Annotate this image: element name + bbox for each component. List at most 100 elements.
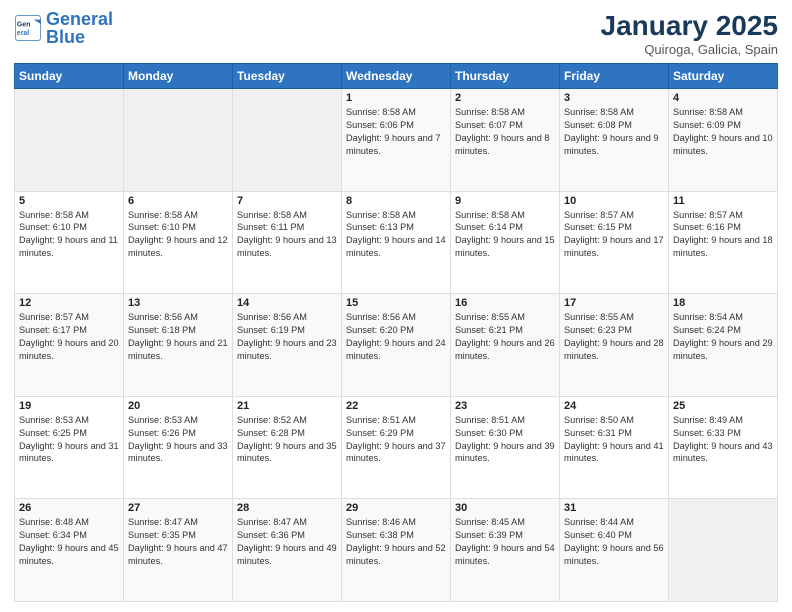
calendar-cell-4-0: 26 Sunrise: 8:48 AM Sunset: 6:34 PM Dayli… [15, 499, 124, 602]
day-number: 26 [19, 502, 119, 514]
cell-content: Sunrise: 8:58 AM Sunset: 6:10 PM Dayligh… [128, 209, 228, 261]
cell-content: Sunrise: 8:47 AM Sunset: 6:36 PM Dayligh… [237, 516, 337, 568]
cell-content: Sunrise: 8:48 AM Sunset: 6:34 PM Dayligh… [19, 516, 119, 568]
day-number: 19 [19, 400, 119, 412]
weekday-monday: Monday [124, 64, 233, 89]
calendar-cell-3-2: 21 Sunrise: 8:52 AM Sunset: 6:28 PM Dayli… [233, 396, 342, 499]
calendar-cell-3-0: 19 Sunrise: 8:53 AM Sunset: 6:25 PM Dayli… [15, 396, 124, 499]
calendar-cell-1-5: 10 Sunrise: 8:57 AM Sunset: 6:15 PM Dayli… [560, 191, 669, 294]
week-row-4: 26 Sunrise: 8:48 AM Sunset: 6:34 PM Dayli… [15, 499, 778, 602]
day-number: 4 [673, 92, 773, 104]
day-number: 1 [346, 92, 446, 104]
calendar-cell-3-4: 23 Sunrise: 8:51 AM Sunset: 6:30 PM Dayli… [451, 396, 560, 499]
weekday-saturday: Saturday [669, 64, 778, 89]
day-number: 11 [673, 195, 773, 207]
calendar-cell-2-6: 18 Sunrise: 8:54 AM Sunset: 6:24 PM Dayli… [669, 294, 778, 397]
cell-content: Sunrise: 8:58 AM Sunset: 6:07 PM Dayligh… [455, 106, 555, 158]
calendar-cell-0-2 [233, 89, 342, 192]
calendar-cell-2-3: 15 Sunrise: 8:56 AM Sunset: 6:20 PM Dayli… [342, 294, 451, 397]
day-number: 18 [673, 297, 773, 309]
weekday-header-row: SundayMondayTuesdayWednesdayThursdayFrid… [15, 64, 778, 89]
calendar-cell-4-4: 30Sunrise: 8:45 AM Sunset: 6:39 PM Dayli… [451, 499, 560, 602]
cell-content: Sunrise: 8:51 AM Sunset: 6:30 PM Dayligh… [455, 414, 555, 466]
logo-text: General Blue [46, 10, 113, 46]
calendar-cell-0-4: 2Sunrise: 8:58 AM Sunset: 6:07 PM Daylig… [451, 89, 560, 192]
cell-content: Sunrise: 8:58 AM Sunset: 6:11 PM Dayligh… [237, 209, 337, 261]
cell-content: Sunrise: 8:44 AM Sunset: 6:40 PM Dayligh… [564, 516, 664, 568]
calendar-cell-1-2: 7Sunrise: 8:58 AM Sunset: 6:11 PM Daylig… [233, 191, 342, 294]
calendar-cell-4-6 [669, 499, 778, 602]
page: Gen eral General Blue January 2025 Quiro… [0, 0, 792, 612]
logo-blue: Blue [46, 27, 85, 47]
calendar-cell-0-6: 4 Sunrise: 8:58 AM Sunset: 6:09 PM Daylig… [669, 89, 778, 192]
cell-content: Sunrise: 8:56 AM Sunset: 6:18 PM Dayligh… [128, 311, 228, 363]
day-number: 15 [346, 297, 446, 309]
calendar-cell-4-3: 29 Sunrise: 8:46 AM Sunset: 6:38 PM Dayli… [342, 499, 451, 602]
cell-content: Sunrise: 8:57 AM Sunset: 6:15 PM Dayligh… [564, 209, 664, 261]
calendar-cell-4-2: 28 Sunrise: 8:47 AM Sunset: 6:36 PM Dayli… [233, 499, 342, 602]
weekday-friday: Friday [560, 64, 669, 89]
svg-text:eral: eral [17, 30, 30, 37]
calendar-cell-1-0: 5Sunrise: 8:58 AM Sunset: 6:10 PM Daylig… [15, 191, 124, 294]
calendar-cell-2-5: 17Sunrise: 8:55 AM Sunset: 6:23 PM Dayli… [560, 294, 669, 397]
cell-content: Sunrise: 8:58 AM Sunset: 6:08 PM Dayligh… [564, 106, 664, 158]
calendar-cell-2-0: 12 Sunrise: 8:57 AM Sunset: 6:17 PM Dayli… [15, 294, 124, 397]
day-number: 20 [128, 400, 228, 412]
cell-content: Sunrise: 8:49 AM Sunset: 6:33 PM Dayligh… [673, 414, 773, 466]
cell-content: Sunrise: 8:58 AM Sunset: 6:10 PM Dayligh… [19, 209, 119, 261]
day-number: 10 [564, 195, 664, 207]
title-area: January 2025 Quiroga, Galicia, Spain [601, 10, 778, 57]
calendar-cell-4-5: 31 Sunrise: 8:44 AM Sunset: 6:40 PM Dayli… [560, 499, 669, 602]
cell-content: Sunrise: 8:55 AM Sunset: 6:23 PM Dayligh… [564, 311, 664, 363]
calendar-cell-1-4: 9Sunrise: 8:58 AM Sunset: 6:14 PM Daylig… [451, 191, 560, 294]
day-number: 23 [455, 400, 555, 412]
cell-content: Sunrise: 8:52 AM Sunset: 6:28 PM Dayligh… [237, 414, 337, 466]
week-row-2: 12 Sunrise: 8:57 AM Sunset: 6:17 PM Dayli… [15, 294, 778, 397]
month-title: January 2025 [601, 10, 778, 42]
day-number: 3 [564, 92, 664, 104]
cell-content: Sunrise: 8:55 AM Sunset: 6:21 PM Dayligh… [455, 311, 555, 363]
day-number: 31 [564, 502, 664, 514]
cell-content: Sunrise: 8:46 AM Sunset: 6:38 PM Dayligh… [346, 516, 446, 568]
calendar-cell-2-2: 14Sunrise: 8:56 AM Sunset: 6:19 PM Dayli… [233, 294, 342, 397]
day-number: 30 [455, 502, 555, 514]
day-number: 6 [128, 195, 228, 207]
weekday-tuesday: Tuesday [233, 64, 342, 89]
calendar-cell-0-5: 3 Sunrise: 8:58 AM Sunset: 6:08 PM Daylig… [560, 89, 669, 192]
day-number: 9 [455, 195, 555, 207]
day-number: 22 [346, 400, 446, 412]
week-row-3: 19 Sunrise: 8:53 AM Sunset: 6:25 PM Dayli… [15, 396, 778, 499]
day-number: 12 [19, 297, 119, 309]
cell-content: Sunrise: 8:53 AM Sunset: 6:26 PM Dayligh… [128, 414, 228, 466]
day-number: 27 [128, 502, 228, 514]
calendar-cell-4-1: 27 Sunrise: 8:47 AM Sunset: 6:35 PM Dayli… [124, 499, 233, 602]
day-number: 21 [237, 400, 337, 412]
cell-content: Sunrise: 8:53 AM Sunset: 6:25 PM Dayligh… [19, 414, 119, 466]
calendar-cell-2-4: 16 Sunrise: 8:55 AM Sunset: 6:21 PM Dayli… [451, 294, 560, 397]
calendar-cell-2-1: 13Sunrise: 8:56 AM Sunset: 6:18 PM Dayli… [124, 294, 233, 397]
weekday-sunday: Sunday [15, 64, 124, 89]
cell-content: Sunrise: 8:57 AM Sunset: 6:16 PM Dayligh… [673, 209, 773, 261]
calendar-cell-3-3: 22Sunrise: 8:51 AM Sunset: 6:29 PM Dayli… [342, 396, 451, 499]
day-number: 28 [237, 502, 337, 514]
calendar-cell-1-3: 8 Sunrise: 8:58 AM Sunset: 6:13 PM Daylig… [342, 191, 451, 294]
day-number: 24 [564, 400, 664, 412]
location: Quiroga, Galicia, Spain [601, 42, 778, 57]
cell-content: Sunrise: 8:58 AM Sunset: 6:13 PM Dayligh… [346, 209, 446, 261]
cell-content: Sunrise: 8:57 AM Sunset: 6:17 PM Dayligh… [19, 311, 119, 363]
day-number: 25 [673, 400, 773, 412]
day-number: 29 [346, 502, 446, 514]
day-number: 16 [455, 297, 555, 309]
cell-content: Sunrise: 8:54 AM Sunset: 6:24 PM Dayligh… [673, 311, 773, 363]
day-number: 8 [346, 195, 446, 207]
calendar-cell-1-6: 11 Sunrise: 8:57 AM Sunset: 6:16 PM Dayli… [669, 191, 778, 294]
cell-content: Sunrise: 8:47 AM Sunset: 6:35 PM Dayligh… [128, 516, 228, 568]
weekday-wednesday: Wednesday [342, 64, 451, 89]
cell-content: Sunrise: 8:56 AM Sunset: 6:19 PM Dayligh… [237, 311, 337, 363]
cell-content: Sunrise: 8:56 AM Sunset: 6:20 PM Dayligh… [346, 311, 446, 363]
weekday-thursday: Thursday [451, 64, 560, 89]
logo: Gen eral General Blue [14, 10, 113, 46]
cell-content: Sunrise: 8:58 AM Sunset: 6:09 PM Dayligh… [673, 106, 773, 158]
calendar-cell-0-0 [15, 89, 124, 192]
calendar-cell-3-5: 24Sunrise: 8:50 AM Sunset: 6:31 PM Dayli… [560, 396, 669, 499]
